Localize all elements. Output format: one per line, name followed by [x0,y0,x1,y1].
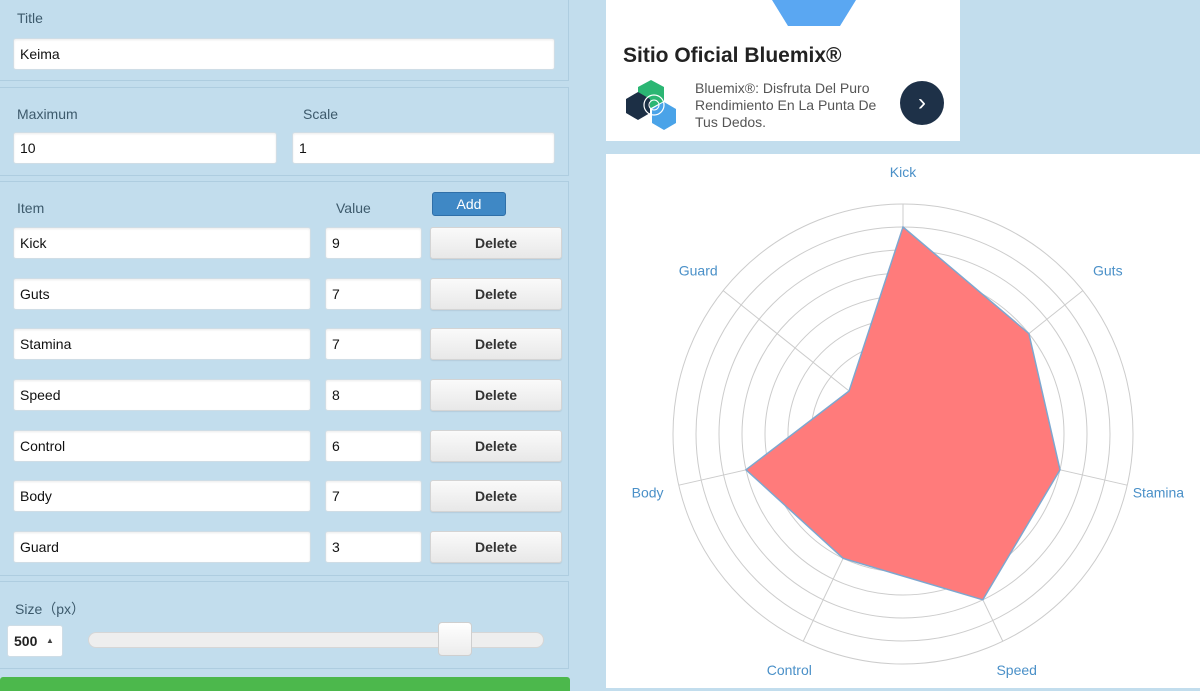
item-name-input[interactable]: Control [13,430,311,462]
item-value-input[interactable]: 9 [325,227,422,259]
chevron-right-icon[interactable]: › [900,81,944,125]
delete-button[interactable]: Delete [430,480,562,512]
item-value-input[interactable]: 8 [325,379,422,411]
ad-title[interactable]: Sitio Oficial Bluemix® [623,44,842,68]
radar-chart-svg: Kick Guts Stamina Speed Control Body Guard [632,164,1185,678]
ad-text: Bluemix®: Disfruta Del Puro Rendimiento … [695,80,877,130]
axis-label: Guard [679,263,718,279]
size-slider-thumb[interactable] [438,622,473,656]
maximum-label: Maximum [17,106,78,122]
item-value-input[interactable]: 3 [325,531,422,563]
title-section: Title Keima [0,0,569,81]
item-header: Item [17,200,45,216]
add-button[interactable]: Add [432,192,506,216]
item-name-input[interactable]: Guard [13,531,311,563]
item-name-input[interactable]: Kick [13,227,311,259]
axis-label: Body [632,484,664,500]
delete-button[interactable]: Delete [430,227,562,259]
spinner-arrows-icon[interactable]: ▲ [46,626,54,656]
size-number-input[interactable]: 500 ▲ [7,625,63,657]
size-slider-track[interactable] [88,632,544,648]
item-name-input[interactable]: Body [13,480,311,512]
bluemix-logo-icon [626,80,676,130]
scale-input[interactable]: 1 [292,132,555,164]
series-area [744,225,1061,601]
range-section: Maximum 10 Scale 1 [0,87,569,176]
submit-bar[interactable] [0,677,570,691]
title-label: Title [17,10,43,26]
hexagon-logo-icon [772,0,856,26]
item-name-input[interactable]: Guts [13,278,311,310]
item-value-input[interactable]: 7 [325,278,422,310]
axis-label: Guts [1093,263,1123,279]
editor-panel: Title Keima Maximum 10 Scale 1 Item Valu… [0,0,570,691]
axis-label: Stamina [1133,484,1185,500]
item-name-input[interactable]: Stamina [13,328,311,360]
value-header: Value [336,200,371,216]
size-label: Size（px） [15,601,86,617]
delete-button[interactable]: Delete [430,328,562,360]
axis-label: Speed [996,662,1036,678]
item-value-input[interactable]: 7 [325,480,422,512]
axis-label: Kick [890,164,917,180]
maximum-input[interactable]: 10 [13,132,277,164]
size-value: 500 [14,633,38,649]
item-value-input[interactable]: 6 [325,430,422,462]
size-section [0,581,569,669]
delete-button[interactable]: Delete [430,531,562,563]
delete-button[interactable]: Delete [430,278,562,310]
delete-button[interactable]: Delete [430,430,562,462]
radar-chart: Kick Guts Stamina Speed Control Body Guard [606,154,1200,688]
item-name-input[interactable]: Speed [13,379,311,411]
delete-button[interactable]: Delete [430,379,562,411]
scale-label: Scale [303,106,339,122]
title-input[interactable]: Keima [13,38,555,70]
item-value-input[interactable]: 7 [325,328,422,360]
axis-label: Control [767,662,812,678]
